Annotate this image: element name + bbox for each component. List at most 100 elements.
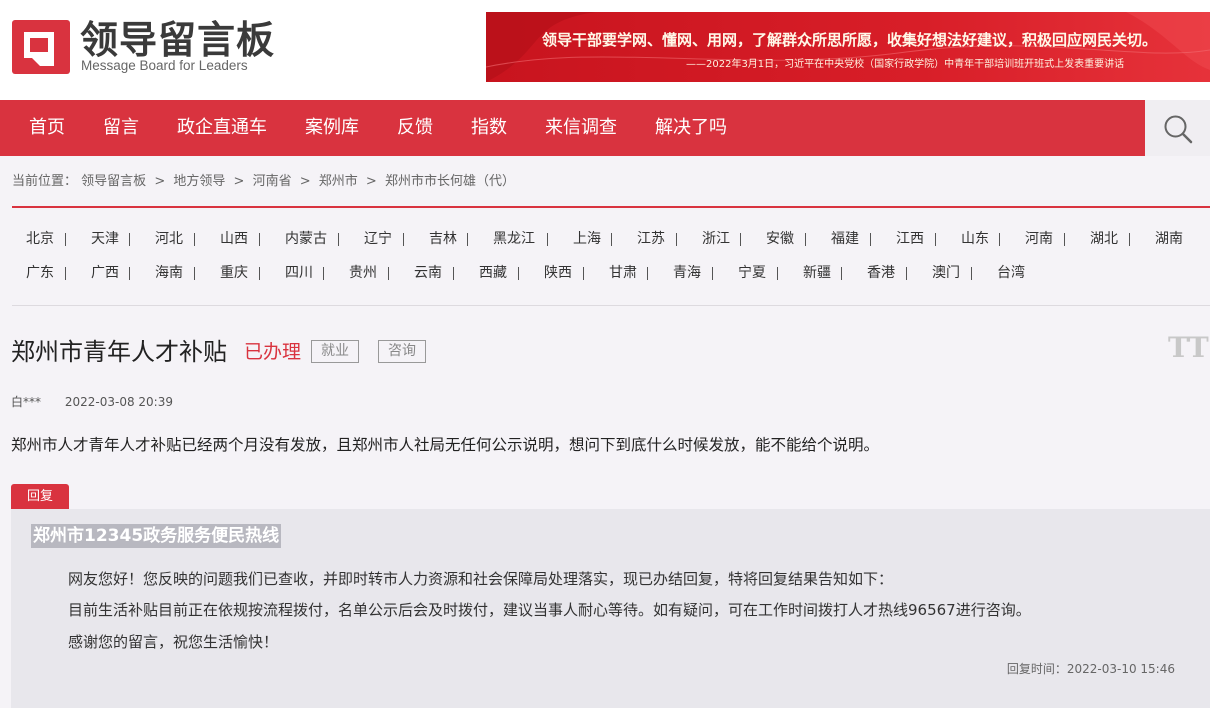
message-content: 郑州市人才青年人才补贴已经两个月没有发放，且郑州市人社局无任何公示说明，想问下到…	[11, 436, 880, 454]
region-separator	[259, 267, 260, 280]
status-badge: 已办理	[244, 341, 302, 363]
breadcrumb-separator: >	[154, 174, 166, 189]
region-link[interactable]: 西藏	[479, 258, 507, 288]
reply-tab: 回复	[11, 484, 69, 509]
region-link[interactable]: 湖南	[1155, 224, 1183, 254]
reply-time: 回复时间：2022-03-10 15:46	[1006, 662, 1175, 676]
region-link[interactable]: 香港	[867, 258, 895, 288]
breadcrumb: 当前位置： 领导留言板 > 地方领导 > 河南省 > 郑州市 > 郑州市市长何雄…	[12, 170, 515, 194]
region-link[interactable]: 四川	[285, 258, 313, 288]
region-separator	[740, 233, 741, 246]
region-separator	[647, 267, 648, 280]
region-separator	[611, 233, 612, 246]
site-header: 领导留言板 Message Board for Leaders 领导干部要学网、…	[0, 0, 1210, 100]
reply-paragraph: 目前生活补贴目前正在依规按流程拨付，名单公示后会及时拨付，建议当事人耐心等待。如…	[68, 601, 1031, 619]
nav-item-resolved[interactable]: 解决了吗	[655, 100, 727, 156]
region-link[interactable]: 上海	[573, 224, 601, 254]
region-separator	[518, 267, 519, 280]
region-link[interactable]: 北京	[26, 224, 54, 254]
region-separator	[1129, 233, 1130, 246]
region-link[interactable]: 福建	[831, 224, 859, 254]
reply-box: 郑州市12345政务服务便民热线 网友您好！您反映的问题我们已查收，并即时转市人…	[11, 509, 1210, 708]
region-separator	[935, 233, 936, 246]
author-name: 白***	[11, 395, 42, 409]
region-link[interactable]: 黑龙江	[493, 224, 535, 254]
region-separator	[403, 233, 404, 246]
breadcrumb-item[interactable]: 郑州市	[319, 174, 358, 189]
nav-item-cases[interactable]: 案例库	[305, 100, 359, 156]
nav-item-enterprise[interactable]: 政企直通车	[177, 100, 267, 156]
nav-item-home[interactable]: 首页	[29, 100, 65, 156]
region-link[interactable]: 陕西	[544, 258, 572, 288]
region-link[interactable]: 重庆	[220, 258, 248, 288]
region-separator	[194, 233, 195, 246]
region-link[interactable]: 新疆	[803, 258, 831, 288]
region-separator	[338, 233, 339, 246]
region-separator	[712, 267, 713, 280]
region-separator	[259, 233, 260, 246]
region-separator	[841, 267, 842, 280]
breadcrumb-separator: >	[233, 174, 245, 189]
region-link[interactable]: 云南	[414, 258, 442, 288]
region-link[interactable]: 内蒙古	[285, 224, 327, 254]
region-link[interactable]: 宁夏	[738, 258, 766, 288]
breadcrumb-item[interactable]: 河南省	[253, 174, 292, 189]
nav-item-feedback[interactable]: 反馈	[397, 100, 433, 156]
divider	[12, 305, 1210, 306]
region-link[interactable]: 广东	[26, 258, 54, 288]
divider	[12, 206, 1210, 208]
region-separator	[65, 267, 66, 280]
region-separator	[388, 267, 389, 280]
region-separator	[323, 267, 324, 280]
region-link[interactable]: 吉林	[429, 224, 457, 254]
region-link[interactable]: 海南	[155, 258, 183, 288]
nav-item-message[interactable]: 留言	[103, 100, 139, 156]
region-separator	[999, 233, 1000, 246]
banner-source: ——2022年3月1日，习近平在中央党校（国家行政学院）中青年干部培训班开班式上…	[686, 59, 1125, 70]
search-button[interactable]	[1145, 100, 1210, 156]
region-separator	[870, 233, 871, 246]
nav-item-index[interactable]: 指数	[471, 100, 507, 156]
breadcrumb-separator: >	[299, 174, 311, 189]
region-link[interactable]: 江苏	[637, 224, 665, 254]
region-link[interactable]: 辽宁	[364, 224, 392, 254]
region-link[interactable]: 江西	[896, 224, 924, 254]
region-link[interactable]: 山东	[961, 224, 989, 254]
region-link[interactable]: 天津	[91, 224, 119, 254]
quote-banner[interactable]: 领导干部要学网、懂网、用网，了解群众所思所愿，收集好想法好建议，积极回应网民关切…	[486, 12, 1210, 82]
region-separator	[65, 233, 66, 246]
region-link[interactable]: 澳门	[932, 258, 960, 288]
banner-quote: 领导干部要学网、懂网、用网，了解群众所思所愿，收集好想法好建议，积极回应网民关切…	[542, 31, 1158, 49]
region-link[interactable]: 青海	[673, 258, 701, 288]
breadcrumb-item[interactable]: 领导留言板	[81, 174, 146, 189]
tag-employment[interactable]: 就业	[311, 340, 359, 363]
breadcrumb-item[interactable]: 地方领导	[173, 174, 225, 189]
region-separator	[453, 267, 454, 280]
region-link[interactable]: 安徽	[766, 224, 794, 254]
region-link[interactable]: 河北	[155, 224, 183, 254]
region-separator	[129, 267, 130, 280]
breadcrumb-label: 当前位置：	[12, 174, 78, 189]
region-separator	[1064, 233, 1065, 246]
region-link[interactable]: 贵州	[349, 258, 377, 288]
region-link[interactable]: 湖北	[1090, 224, 1118, 254]
logo-title: 领导留言板	[80, 18, 276, 62]
nav-item-survey[interactable]: 来信调查	[545, 100, 617, 156]
breadcrumb-item-current[interactable]: 郑州市市长何雄（代）	[385, 174, 515, 189]
replier-name: 郑州市12345政务服务便民热线	[31, 524, 282, 548]
region-link[interactable]: 山西	[220, 224, 248, 254]
region-separator	[467, 233, 468, 246]
tag-consult[interactable]: 咨询	[378, 340, 426, 363]
region-link[interactable]: 广西	[91, 258, 119, 288]
region-separator	[971, 267, 972, 280]
region-link[interactable]: 浙江	[702, 224, 730, 254]
font-size-toggle-icon[interactable]: TT	[1168, 333, 1209, 363]
region-separator	[547, 233, 548, 246]
region-link[interactable]: 甘肃	[609, 258, 637, 288]
site-logo[interactable]: 领导留言板 Message Board for Leaders	[12, 18, 282, 78]
region-separator	[129, 233, 130, 246]
region-link[interactable]: 台湾	[997, 258, 1025, 288]
reply-paragraph: 网友您好！您反映的问题我们已查收，并即时转市人力资源和社会保障局处理落实，现已办…	[68, 570, 894, 588]
region-link[interactable]: 河南	[1025, 224, 1053, 254]
reply-paragraph: 感谢您的留言，祝您生活愉快！	[68, 633, 279, 651]
